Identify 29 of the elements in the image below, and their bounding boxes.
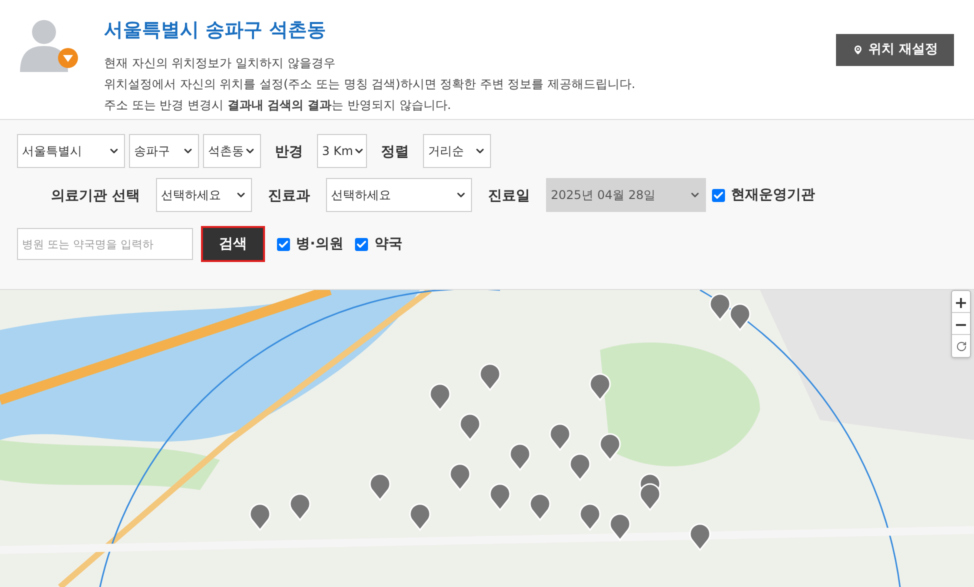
select-field[interactable]: 선택하세요 [326, 178, 472, 212]
checkbox[interactable] [355, 238, 368, 250]
select-field[interactable]: 거리순 [423, 134, 491, 168]
search-button[interactable]: 검색 [201, 226, 265, 262]
select-field[interactable]: 서울특별시 [17, 134, 125, 168]
filter-label: 정렬 [381, 144, 409, 160]
checkbox[interactable] [277, 238, 290, 250]
checkbox-option[interactable]: 병·의원 [277, 234, 344, 254]
info-text: 주소 또는 반경 변경시 결과내 검색의 결과는 반영되지 않습니다. [104, 96, 452, 114]
zoom-out-button[interactable]: − [952, 313, 970, 335]
location-title: 서울특별시 송파구 석촌동 [104, 18, 328, 43]
info-text: 위치설정에서 자신의 위치를 설정(주소 또는 명칭 검색)하시면 정확한 주변 정보를 제공해드립니다. [104, 76, 636, 92]
zoom-in-button[interactable]: + [952, 291, 970, 313]
checkbox-option[interactable]: 약국 [355, 234, 402, 254]
search-field[interactable]: 병원 또는 약국명을 입력하 [17, 228, 193, 260]
select-field[interactable]: 3 Km [317, 134, 367, 168]
filter-label: 반경 [275, 144, 303, 160]
select-field[interactable]: 선택하세요 [156, 178, 252, 212]
info-text: 현재 자신의 위치정보가 일치하지 않을경우 [104, 54, 336, 72]
filter-label: 진료일 [488, 188, 530, 204]
select-field[interactable]: 석촌동 [203, 134, 261, 168]
checkbox[interactable] [712, 188, 725, 202]
location-reset-button[interactable]: 위치 재설정 [836, 34, 954, 66]
refresh-icon [956, 340, 966, 352]
pin-icon [852, 44, 864, 56]
filter-label: 진료과 [268, 188, 310, 204]
filter-label: 의료기관 선택 [51, 188, 140, 204]
select-field[interactable]: 송파구 [129, 134, 199, 168]
checkbox-option[interactable]: 현재운영기관 [712, 184, 815, 206]
